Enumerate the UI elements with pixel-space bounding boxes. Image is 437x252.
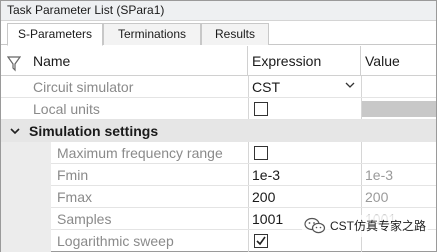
column-divider[interactable] (247, 46, 248, 76)
tab-s-parameters[interactable]: S-Parameters (7, 23, 103, 46)
row-label: Fmax (57, 189, 92, 205)
logarithmic-sweep-checkbox[interactable] (254, 234, 268, 248)
tab-terminations[interactable]: Terminations (103, 23, 201, 45)
column-divider[interactable] (360, 46, 361, 76)
row-label: Logarithmic sweep (57, 233, 174, 249)
row-label: Maximum frequency range (57, 145, 223, 161)
funnel-icon[interactable] (6, 52, 23, 72)
chevron-down-icon[interactable] (345, 76, 355, 98)
column-header-expression[interactable]: Expression (252, 46, 321, 76)
dropdown-value: CST (252, 79, 280, 95)
fmin-value: 1e-3 (361, 164, 436, 186)
column-header-value[interactable]: Value (365, 46, 400, 76)
window-title: Task Parameter List (SPara1) (1, 1, 436, 21)
checkmark-icon (256, 236, 266, 246)
fmax-expression-input[interactable]: 200 (248, 186, 361, 208)
indent-gutter (1, 230, 51, 252)
row-label: Circuit simulator (33, 79, 134, 95)
tab-results[interactable]: Results (201, 23, 269, 45)
row-label: Samples (57, 211, 112, 227)
section-simulation-settings[interactable]: Simulation settings (1, 120, 436, 142)
indent-gutter (1, 208, 51, 230)
row-fmax: Fmax 200 200 (1, 186, 436, 208)
chevron-down-icon[interactable] (9, 120, 23, 142)
row-fmin: Fmin 1e-3 1e-3 (1, 164, 436, 186)
row-maximum-frequency-range: Maximum frequency range (1, 142, 436, 164)
circuit-simulator-dropdown[interactable]: CST (248, 76, 361, 98)
watermark: CST仿真专家之路 (301, 215, 428, 237)
fmin-expression-input[interactable]: 1e-3 (248, 164, 361, 186)
section-label: Simulation settings (29, 123, 159, 139)
row-local-units: Local units (1, 98, 436, 120)
task-parameter-list-window: Task Parameter List (SPara1) S-Parameter… (0, 0, 437, 252)
disabled-value-field (362, 101, 436, 117)
indent-gutter (1, 142, 51, 164)
wechat-icon (304, 217, 326, 234)
value-cell (361, 142, 436, 164)
watermark-text: CST仿真专家之路 (329, 219, 426, 233)
row-label: Local units (33, 101, 100, 117)
column-header-name[interactable]: Name (33, 46, 70, 76)
expression-cell (248, 142, 361, 164)
indent-gutter (1, 186, 51, 208)
row-label: Fmin (57, 167, 89, 183)
grid-header: Name Expression Value (1, 46, 436, 76)
indent-gutter (1, 164, 51, 186)
value-cell (361, 76, 436, 98)
local-units-checkbox[interactable] (254, 102, 268, 116)
fmax-value: 200 (361, 186, 436, 208)
row-circuit-simulator: Circuit simulator CST (1, 76, 436, 98)
tab-bar: S-Parameters Terminations Results (1, 21, 436, 46)
max-frequency-range-checkbox[interactable] (254, 146, 268, 160)
expression-cell (248, 98, 361, 120)
